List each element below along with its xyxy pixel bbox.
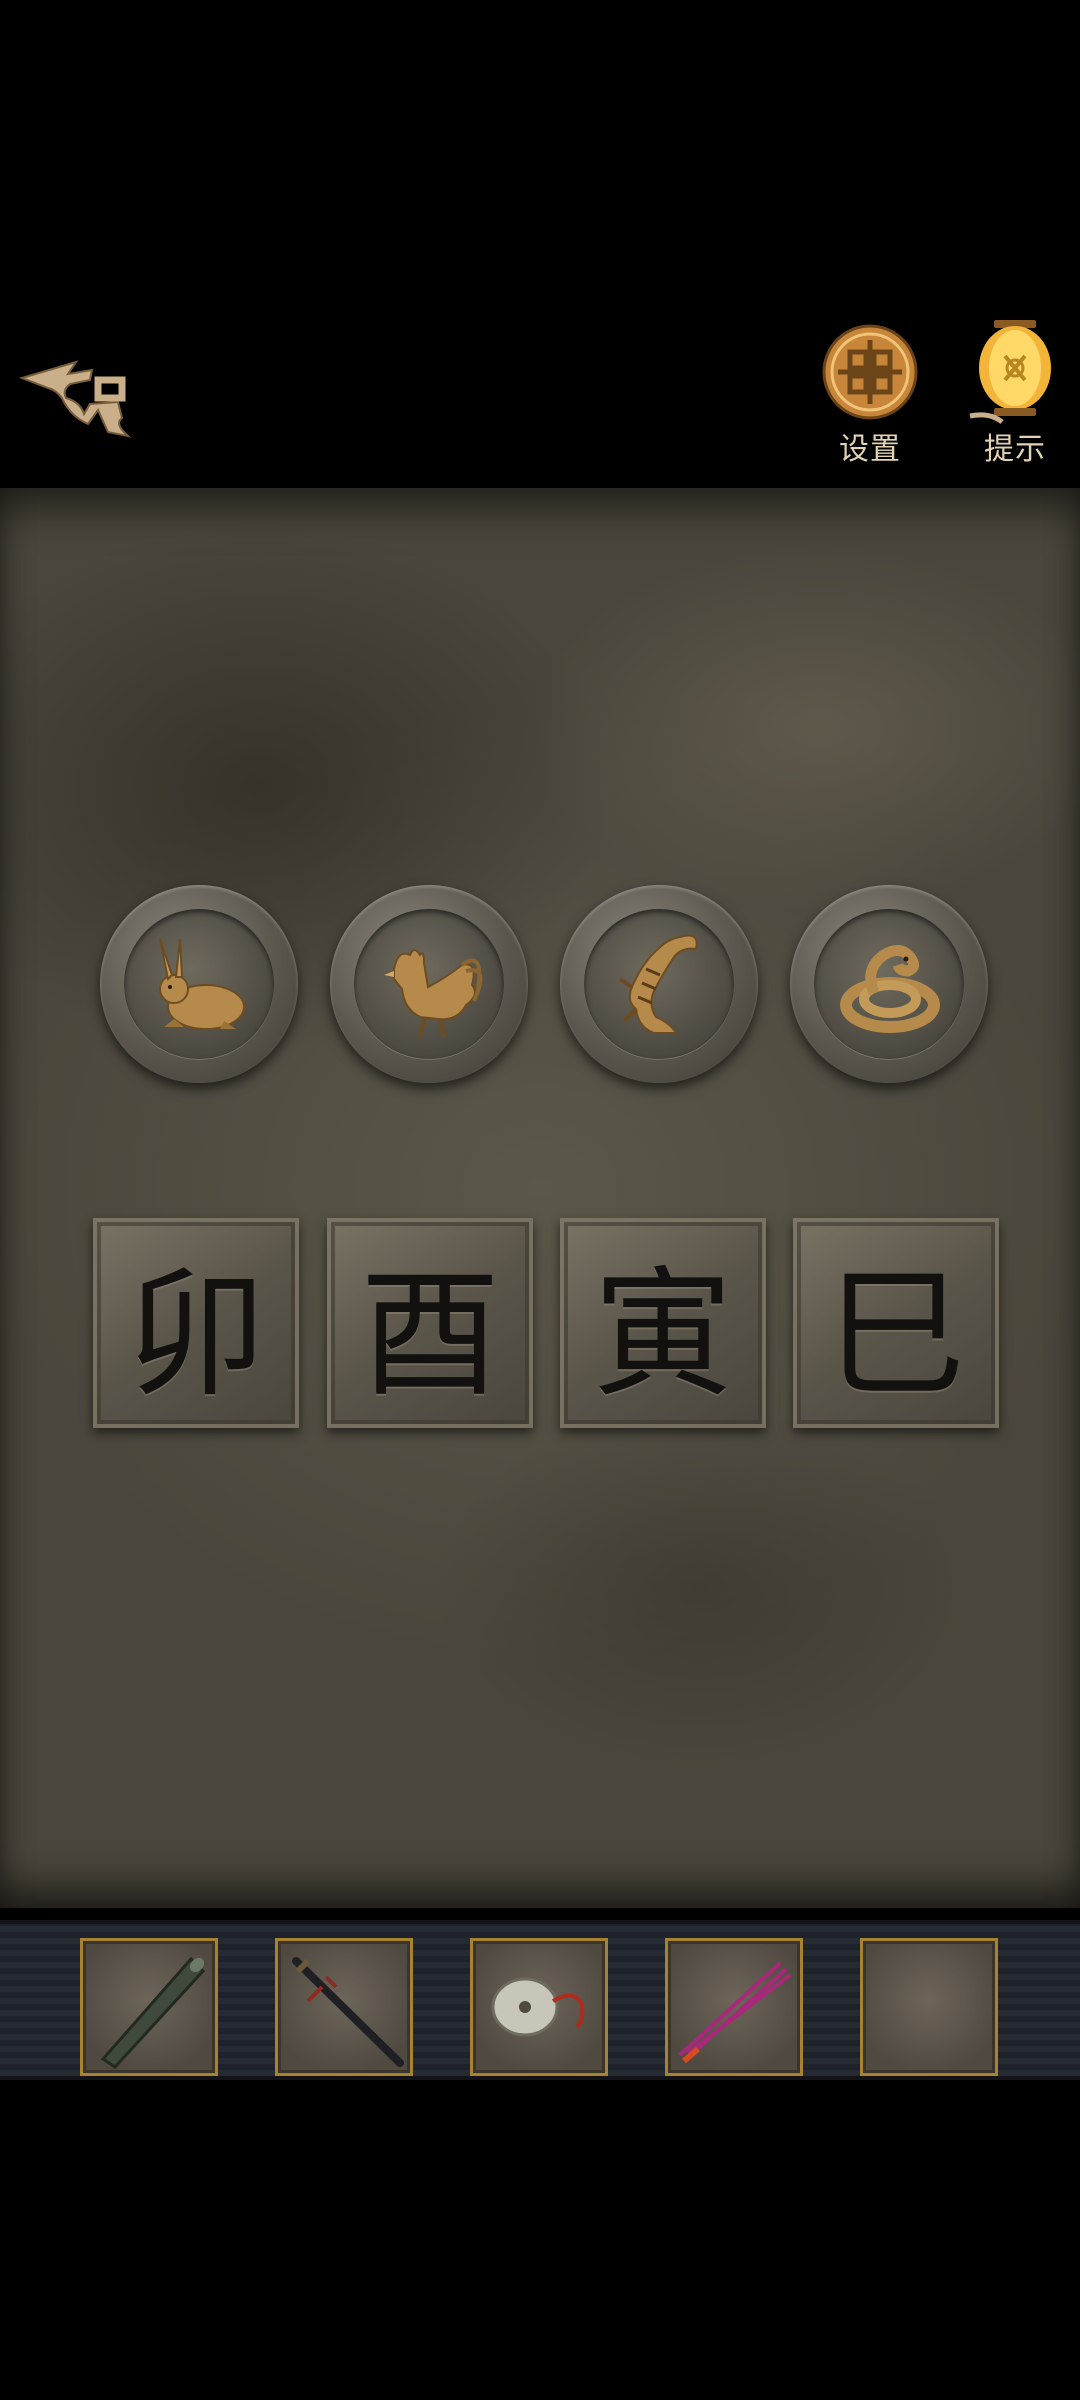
inventory-slot-2[interactable] [275, 1938, 413, 2076]
seal-tile-4[interactable]: 巳 [793, 1218, 999, 1428]
settings-medallion-icon [822, 324, 918, 420]
settings-button[interactable]: 设置 [810, 322, 930, 472]
seal-tile-3[interactable]: 寅 [560, 1218, 766, 1428]
rooster-medallion[interactable] [330, 885, 528, 1083]
seal-glyph-1: 卯 [125, 1254, 266, 1417]
rabbit-icon [159, 938, 245, 1030]
inventory-bar [0, 1920, 1080, 2080]
rooster-icon [384, 949, 483, 1038]
inventory-slot-4[interactable] [665, 1938, 803, 2076]
tiger-icon [618, 934, 698, 1034]
back-arrow-icon [18, 360, 132, 438]
wooden-tube-icon [100, 1956, 206, 2069]
tiger-medallion[interactable] [560, 885, 758, 1083]
snake-medallion[interactable] [790, 885, 988, 1083]
rabbit-medallion[interactable] [100, 885, 298, 1083]
back-button[interactable] [18, 340, 138, 450]
hint-button[interactable]: 提示 [955, 320, 1075, 472]
puzzle-wall [0, 488, 1080, 1908]
lantern-icon [969, 320, 1051, 424]
seal-tile-1[interactable]: 卯 [93, 1218, 299, 1428]
seal-glyph-2: 酉 [359, 1254, 500, 1417]
inventory-slot-1[interactable] [80, 1938, 218, 2076]
incense-sticks-icon [678, 1961, 792, 2064]
inventory-slot-5[interactable] [860, 1938, 998, 2076]
settings-label: 设置 [839, 432, 901, 467]
seal-glyph-4: 巳 [825, 1254, 966, 1417]
top-bar: 设置 提示 [0, 0, 1080, 488]
snake-icon [840, 945, 940, 1033]
seal-tile-2[interactable]: 酉 [327, 1218, 533, 1428]
jade-disc-icon [491, 1977, 585, 2037]
hint-label: 提示 [984, 432, 1046, 467]
sword-icon [292, 1957, 404, 2067]
inventory-slot-3[interactable] [470, 1938, 608, 2076]
seal-glyph-3: 寅 [592, 1254, 733, 1417]
